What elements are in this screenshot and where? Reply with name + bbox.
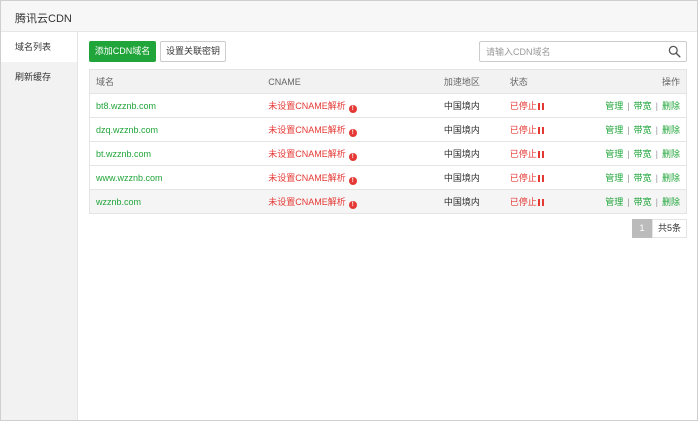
region-cell: 中国境内: [443, 149, 480, 159]
domain-link[interactable]: bt8.wzznb.com: [96, 101, 156, 111]
domain-link[interactable]: www.wzznb.com: [96, 173, 163, 183]
separator: |: [627, 125, 630, 135]
cdn-dialog: 腾讯云CDN 域名列表 刷新缓存 添加CDN域名 设置关联密钥 域名 CNAME…: [0, 0, 698, 421]
header-region: 加速地区: [443, 69, 510, 94]
table-row: bt.wzznb.com 未设置CNAME解析! 中国境内 已停止 管理 | 带宽 |…: [89, 141, 687, 166]
separator: |: [627, 101, 630, 111]
status-stopped[interactable]: 已停止: [510, 197, 537, 207]
pagination: 1 共5条: [631, 219, 687, 238]
domain-link[interactable]: dzq.wzznb.com: [96, 125, 158, 135]
delete-link[interactable]: 删除: [662, 101, 680, 111]
main-content: 添加CDN域名 设置关联密钥 域名 CNAME 加速地区 状态 操作: [78, 32, 697, 420]
warning-icon[interactable]: !: [348, 200, 357, 209]
region-cell: 中国境内: [443, 125, 480, 135]
status-stopped[interactable]: 已停止: [510, 101, 537, 111]
search-box: [479, 41, 687, 62]
header-ops: 操作: [571, 69, 687, 94]
pause-icon[interactable]: [537, 103, 544, 110]
table-row: bt8.wzznb.com 未设置CNAME解析! 中国境内 已停止 管理 | 带宽…: [89, 93, 687, 118]
sidebar-item-refresh-cache[interactable]: 刷新缓存: [1, 62, 77, 92]
header-status: 状态: [509, 69, 572, 94]
sidebar: 域名列表 刷新缓存: [1, 32, 78, 420]
pause-icon[interactable]: [537, 175, 544, 182]
window-title: 腾讯云CDN: [15, 13, 72, 25]
domain-link[interactable]: bt.wzznb.com: [96, 149, 151, 159]
separator: |: [655, 125, 658, 135]
table-row: wzznb.com 未设置CNAME解析! 中国境内 已停止 管理 | 带宽 | 删除: [89, 189, 687, 214]
manage-link[interactable]: 管理: [605, 125, 623, 135]
cname-status: 未设置CNAME解析: [268, 100, 346, 111]
status-stopped[interactable]: 已停止: [510, 173, 537, 183]
bandwidth-link[interactable]: 带宽: [634, 197, 652, 207]
separator: |: [655, 101, 658, 111]
delete-link[interactable]: 删除: [662, 197, 680, 207]
manage-link[interactable]: 管理: [605, 173, 623, 183]
cname-status: 未设置CNAME解析: [268, 124, 346, 135]
header-domain: 域名: [89, 69, 269, 94]
title-bar: 腾讯云CDN: [1, 1, 697, 32]
delete-link[interactable]: 删除: [662, 149, 680, 159]
region-cell: 中国境内: [443, 197, 480, 207]
pause-icon[interactable]: [537, 127, 544, 134]
manage-link[interactable]: 管理: [605, 197, 623, 207]
cname-status: 未设置CNAME解析: [268, 172, 346, 183]
header-cname: CNAME: [268, 69, 444, 94]
separator: |: [627, 173, 630, 183]
status-stopped[interactable]: 已停止: [510, 149, 537, 159]
bandwidth-link[interactable]: 带宽: [634, 101, 652, 111]
domain-link[interactable]: wzznb.com: [96, 197, 141, 207]
separator: |: [655, 197, 658, 207]
manage-link[interactable]: 管理: [605, 101, 623, 111]
search-icon[interactable]: [668, 45, 681, 58]
page-current[interactable]: 1: [631, 219, 652, 238]
domain-table: 域名 CNAME 加速地区 状态 操作 bt8.wzznb.com 未设置CNA…: [89, 69, 687, 214]
bandwidth-link[interactable]: 带宽: [634, 149, 652, 159]
region-cell: 中国境内: [443, 173, 480, 183]
region-cell: 中国境内: [443, 101, 480, 111]
pause-icon[interactable]: [537, 151, 544, 158]
manage-link[interactable]: 管理: [605, 149, 623, 159]
delete-link[interactable]: 删除: [662, 173, 680, 183]
table-row: www.wzznb.com 未设置CNAME解析! 中国境内 已停止 管理 | 带宽…: [89, 165, 687, 190]
separator: |: [655, 149, 658, 159]
bandwidth-link[interactable]: 带宽: [634, 173, 652, 183]
table-header-row: 域名 CNAME 加速地区 状态 操作: [89, 69, 687, 94]
add-cdn-domain-button[interactable]: 添加CDN域名: [89, 41, 156, 62]
warning-icon[interactable]: !: [348, 104, 357, 113]
separator: |: [627, 197, 630, 207]
sidebar-item-domain-list[interactable]: 域名列表: [1, 32, 77, 62]
warning-icon[interactable]: !: [348, 176, 357, 185]
table-row: dzq.wzznb.com 未设置CNAME解析! 中国境内 已停止 管理 | 带宽…: [89, 117, 687, 142]
set-key-button[interactable]: 设置关联密钥: [160, 41, 226, 62]
pause-icon[interactable]: [537, 199, 544, 206]
separator: |: [627, 149, 630, 159]
bandwidth-link[interactable]: 带宽: [634, 125, 652, 135]
separator: |: [655, 173, 658, 183]
page-total: 共5条: [651, 219, 687, 238]
cname-status: 未设置CNAME解析: [268, 196, 346, 207]
warning-icon[interactable]: !: [348, 152, 357, 161]
status-stopped[interactable]: 已停止: [510, 125, 537, 135]
warning-icon[interactable]: !: [348, 128, 357, 137]
search-input[interactable]: [480, 42, 664, 61]
delete-link[interactable]: 删除: [662, 125, 680, 135]
cname-status: 未设置CNAME解析: [268, 148, 346, 159]
